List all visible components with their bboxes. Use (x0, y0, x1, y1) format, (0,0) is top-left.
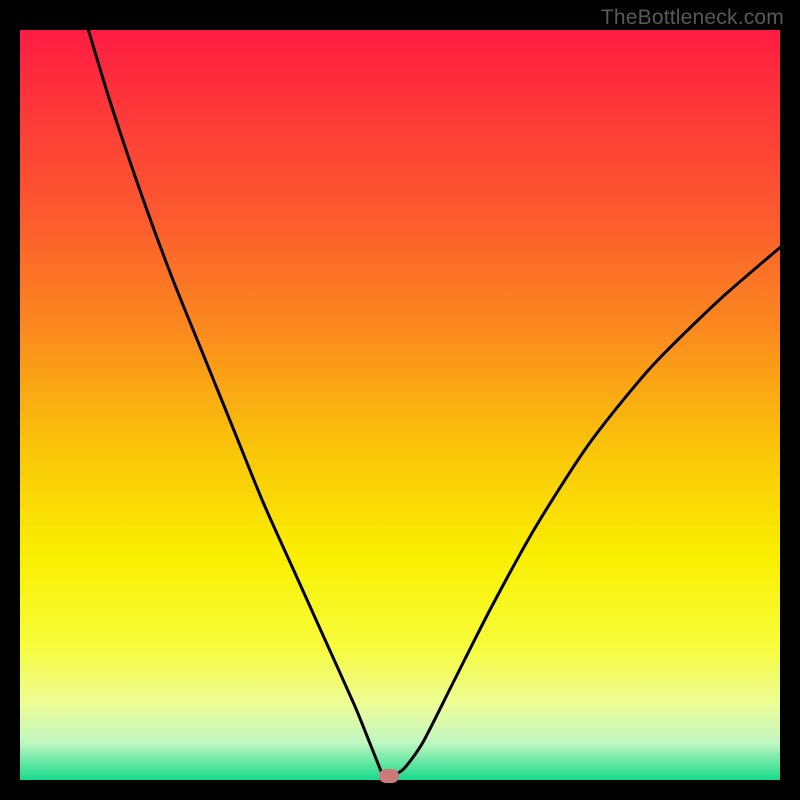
watermark-text: TheBottleneck.com (601, 6, 784, 30)
chart-frame: TheBottleneck.com (0, 0, 800, 800)
plot-area (20, 30, 780, 780)
optimum-marker (379, 769, 399, 783)
gradient-background (20, 30, 780, 780)
plot-svg (20, 30, 780, 780)
